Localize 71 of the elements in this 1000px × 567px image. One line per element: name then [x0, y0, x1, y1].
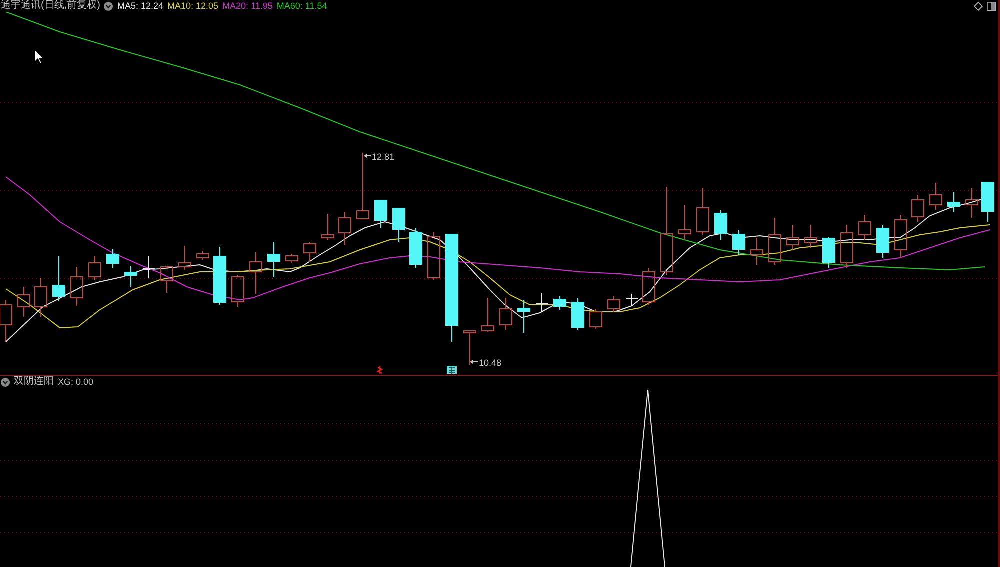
candlestick	[34, 278, 48, 318]
candlestick	[822, 236, 836, 268]
candlestick	[786, 224, 800, 250]
moving-average-reading: MA20: 11.95	[222, 0, 273, 12]
candlestick	[642, 268, 656, 306]
candlestick	[52, 256, 66, 302]
candlestick	[0, 300, 12, 342]
candlestick	[678, 204, 692, 240]
dropdown-icon[interactable]	[1, 378, 10, 386]
candlestick	[88, 256, 102, 280]
candlestick	[840, 224, 854, 268]
candlestick	[178, 246, 192, 270]
candlestick	[858, 214, 872, 240]
moving-average-reading: MA60: 11.54	[276, 0, 328, 12]
low-price-label: 10.48	[479, 358, 502, 368]
candlestick	[894, 214, 908, 258]
candlestick	[232, 274, 244, 308]
candlestick	[948, 192, 960, 212]
candlestick	[428, 232, 440, 280]
candlestick	[696, 188, 710, 236]
candlestick	[714, 210, 728, 240]
candlestick	[410, 228, 422, 268]
candlestick	[392, 208, 406, 242]
moving-average-reading: MA5: 12.24	[117, 0, 164, 12]
candlestick	[304, 242, 316, 262]
dropdown-icon[interactable]	[104, 2, 114, 10]
candlestick	[572, 298, 584, 330]
leader-arrow	[364, 154, 372, 158]
candlestick	[590, 308, 602, 330]
moving-average-reading: MA10: 12.05	[167, 0, 219, 12]
tile-marker-icon	[447, 366, 457, 374]
candlestick	[106, 248, 120, 268]
candlestick	[626, 294, 638, 306]
candlestick	[750, 238, 764, 266]
candlestick	[464, 330, 476, 366]
candlestick	[124, 266, 138, 288]
candlestick	[912, 194, 924, 222]
candlestick	[322, 214, 334, 240]
candlestick	[732, 230, 746, 256]
candlestick	[966, 188, 978, 218]
candlestick	[374, 200, 388, 228]
candlestick	[804, 224, 818, 248]
high-price-label: 12.81	[372, 152, 395, 162]
indicator-value: XG: 0.00	[58, 376, 94, 388]
candlestick	[608, 296, 620, 312]
candlestick	[214, 246, 226, 306]
signal-marker-icon	[376, 366, 384, 374]
candlestick	[196, 250, 210, 260]
candlestick	[876, 224, 890, 258]
candlestick	[250, 252, 262, 294]
candlestick	[930, 182, 942, 210]
candlestick	[70, 266, 84, 306]
candlestick	[536, 292, 548, 312]
indicator-title: 双阴连阳	[14, 376, 54, 388]
candlestick	[286, 254, 298, 264]
candlestick	[982, 182, 994, 222]
candlestick	[500, 298, 512, 330]
candlestick	[142, 256, 156, 278]
candlestick	[338, 212, 352, 246]
candlestick	[554, 296, 566, 310]
leader-arrow	[470, 360, 478, 364]
candlestick	[768, 218, 782, 266]
candlestick	[518, 300, 530, 334]
candlestick	[18, 286, 30, 318]
candlestick	[482, 298, 494, 332]
candlestick	[160, 266, 174, 294]
diamond-icon[interactable]	[974, 2, 983, 10]
window-icon[interactable]	[987, 2, 996, 10]
candlestick	[356, 152, 370, 220]
candlestick	[268, 242, 280, 278]
mouse-pointer-icon	[34, 49, 44, 65]
